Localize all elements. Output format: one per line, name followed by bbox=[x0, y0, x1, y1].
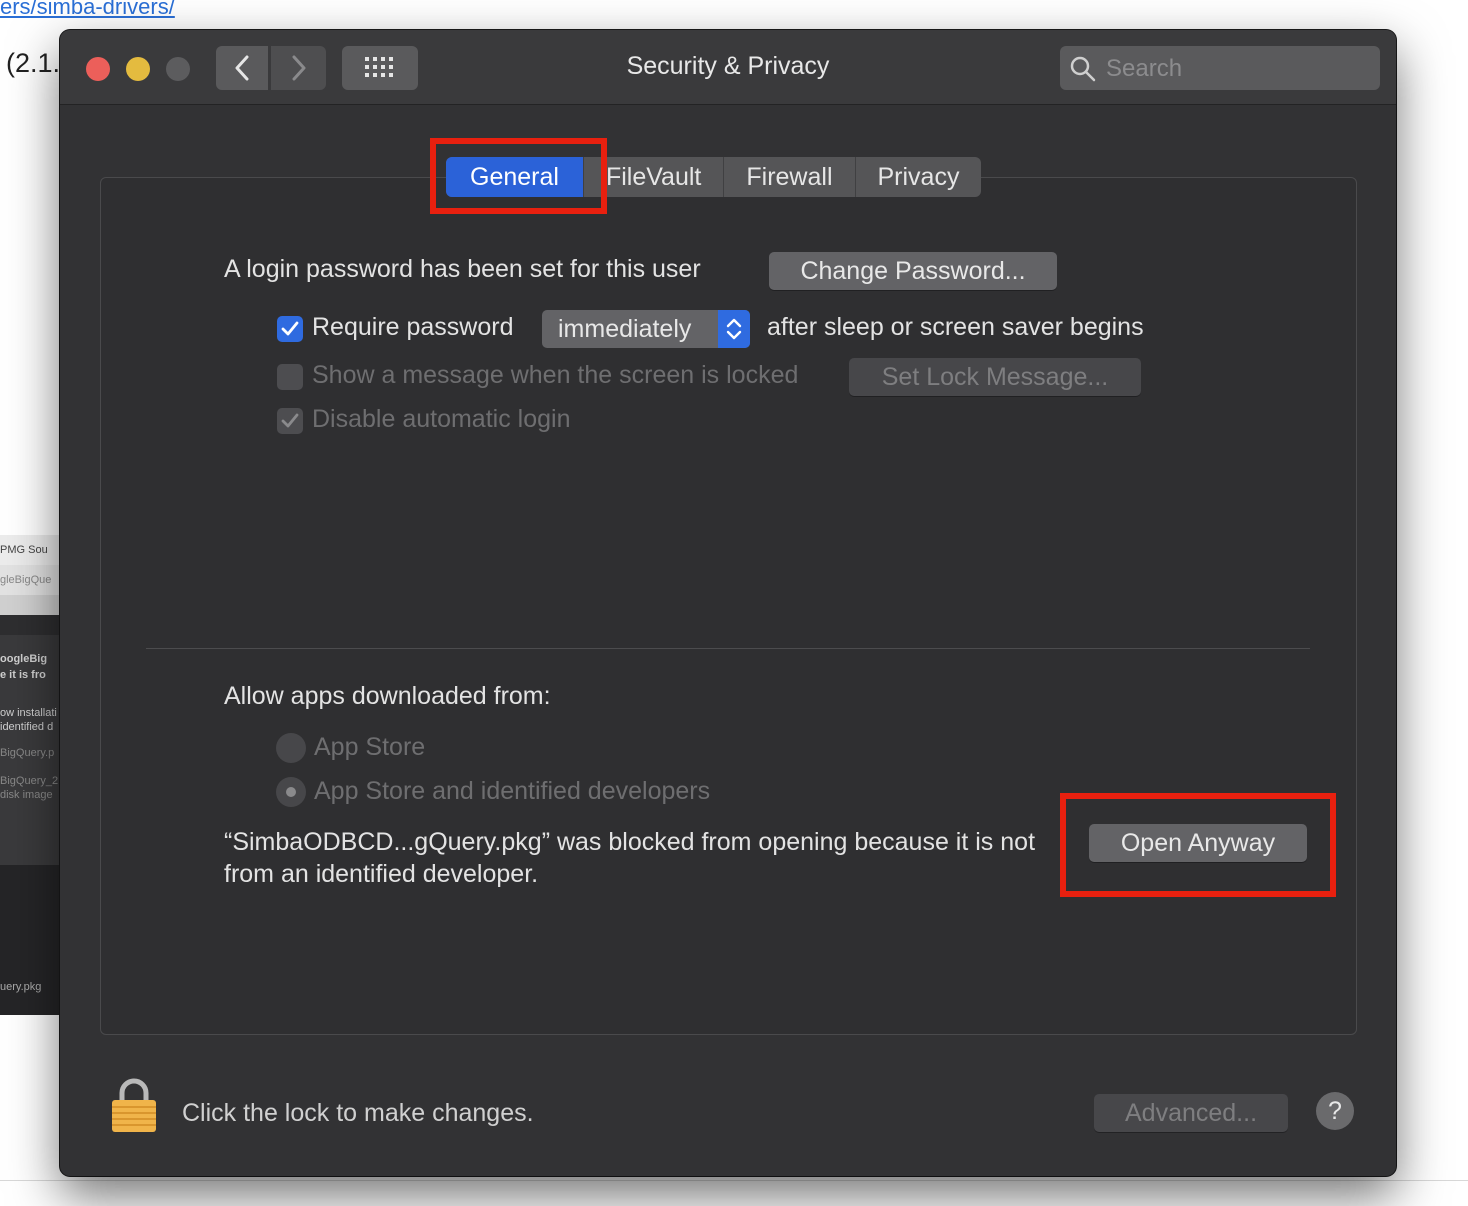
background-finder-line: identified d bbox=[0, 721, 54, 733]
help-button[interactable]: ? bbox=[1316, 1092, 1354, 1130]
search-icon bbox=[1070, 56, 1096, 82]
app-store-label: App Store bbox=[314, 733, 426, 761]
background-finder-line: disk image bbox=[0, 789, 53, 801]
tab-firewall[interactable]: Firewall bbox=[723, 157, 854, 197]
radio-dot bbox=[286, 787, 296, 797]
up-down-chevron-icon bbox=[726, 318, 742, 340]
background-finder-line: BigQuery_2 bbox=[0, 775, 59, 787]
lock-message: Click the lock to make changes. bbox=[182, 1099, 534, 1127]
general-panel bbox=[100, 177, 1357, 1035]
background-finder-line: PMG Sou bbox=[0, 544, 48, 556]
after-sleep-text: after sleep or screen saver begins bbox=[767, 313, 1144, 341]
background-finder-line: oogleBig bbox=[0, 653, 48, 665]
highlight-open-anyway bbox=[1060, 793, 1336, 897]
allow-apps-heading: Allow apps downloaded from: bbox=[224, 682, 551, 710]
checkmark-icon bbox=[281, 321, 299, 336]
background-url-link[interactable]: ers/simba-drivers/ bbox=[0, 0, 175, 20]
background-finder-line: e it is fro bbox=[0, 669, 46, 681]
require-password-value: immediately bbox=[558, 315, 692, 343]
popup-arrows bbox=[718, 310, 750, 348]
highlight-general-tab bbox=[430, 138, 607, 214]
title-bar: Security & Privacy bbox=[60, 30, 1396, 105]
disable-auto-login-checkbox[interactable] bbox=[277, 408, 303, 434]
show-message-checkbox[interactable] bbox=[277, 364, 303, 390]
security-privacy-window: Security & Privacy General FileVault Fir… bbox=[60, 30, 1396, 1176]
checkmark-icon bbox=[281, 413, 299, 428]
require-password-checkbox[interactable] bbox=[277, 316, 303, 342]
require-password-label: Require password bbox=[312, 313, 514, 341]
advanced-button[interactable]: Advanced... bbox=[1094, 1094, 1288, 1132]
background-divider bbox=[0, 1180, 1468, 1181]
identified-developers-label: App Store and identified developers bbox=[314, 777, 711, 805]
show-message-label: Show a message when the screen is locked bbox=[312, 361, 799, 389]
lock-icon[interactable] bbox=[110, 1078, 158, 1139]
search-field[interactable] bbox=[1060, 46, 1380, 92]
app-store-radio[interactable] bbox=[276, 733, 306, 763]
background-finder-line: BigQuery.p bbox=[0, 747, 55, 759]
background-finder-line: uery.pkg bbox=[0, 981, 42, 993]
set-lock-message-button[interactable]: Set Lock Message... bbox=[849, 358, 1141, 396]
disable-auto-login-label: Disable automatic login bbox=[312, 405, 571, 433]
background-page-text: (2.1. bbox=[6, 48, 61, 78]
identified-developers-radio[interactable] bbox=[276, 777, 306, 807]
change-password-button[interactable]: Change Password... bbox=[769, 252, 1057, 290]
section-divider bbox=[146, 648, 1310, 649]
login-password-text: A login password has been set for this u… bbox=[224, 255, 701, 283]
tab-privacy[interactable]: Privacy bbox=[854, 157, 982, 197]
require-password-popup[interactable]: immediately bbox=[542, 310, 750, 348]
background-finder-line: gleBigQue bbox=[0, 574, 52, 586]
search-input[interactable] bbox=[1104, 46, 1368, 92]
blocked-message: “SimbaODBCD...gQuery.pkg” was blocked fr… bbox=[224, 828, 1036, 888]
background-finder-line: ow installati bbox=[0, 707, 57, 719]
